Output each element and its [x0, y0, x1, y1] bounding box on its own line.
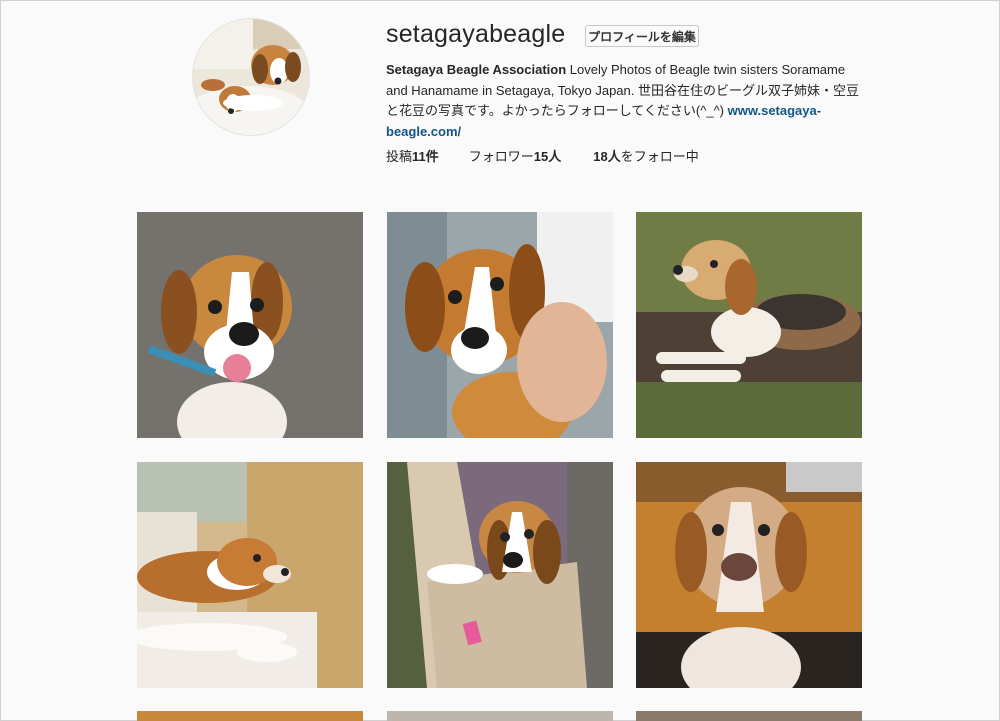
profile-username: setagayabeagle — [386, 20, 566, 48]
post-thumbnail-4[interactable] — [137, 462, 363, 688]
posts-stat: 投稿11件 — [386, 146, 439, 165]
beagle-photo-icon — [387, 462, 613, 688]
beagle-photo-icon — [387, 212, 613, 438]
following-label: をフォロー中 — [620, 149, 699, 164]
edit-profile-button[interactable]: プロフィールを編集 — [585, 25, 699, 47]
post-thumbnail-8[interactable] — [387, 711, 613, 721]
post-thumbnail-3[interactable] — [636, 212, 862, 438]
beagle-photo-icon — [636, 462, 862, 688]
profile-avatar[interactable] — [192, 18, 310, 136]
post-thumbnail-1[interactable] — [137, 212, 363, 438]
bio-name: Setagaya Beagle Association — [386, 62, 567, 77]
post-thumbnail-9[interactable] — [636, 711, 862, 721]
post-thumbnail-2[interactable] — [387, 212, 613, 438]
beagle-photo-icon — [137, 212, 363, 438]
following-count: 18人 — [593, 149, 621, 164]
followers-count: 15人 — [533, 149, 562, 164]
post-thumbnail-6[interactable] — [636, 462, 862, 688]
post-thumbnail-7[interactable] — [137, 711, 363, 721]
post-thumbnail-5[interactable] — [387, 462, 613, 688]
profile-bio: Setagaya Beagle Association Lovely Photo… — [386, 60, 864, 142]
followers-stat[interactable]: フォロワー15人 — [469, 146, 561, 165]
followers-label: フォロワー — [468, 149, 534, 164]
following-stat[interactable]: 18人をフォロー中 — [593, 146, 698, 165]
posts-label: 投稿 — [386, 149, 413, 164]
beagle-photo-icon — [636, 212, 862, 438]
beagle-photo-icon — [137, 462, 363, 688]
posts-count: 11件 — [412, 149, 439, 164]
profile-stats: 投稿11件 フォロワー15人 18人をフォロー中 — [386, 146, 699, 165]
